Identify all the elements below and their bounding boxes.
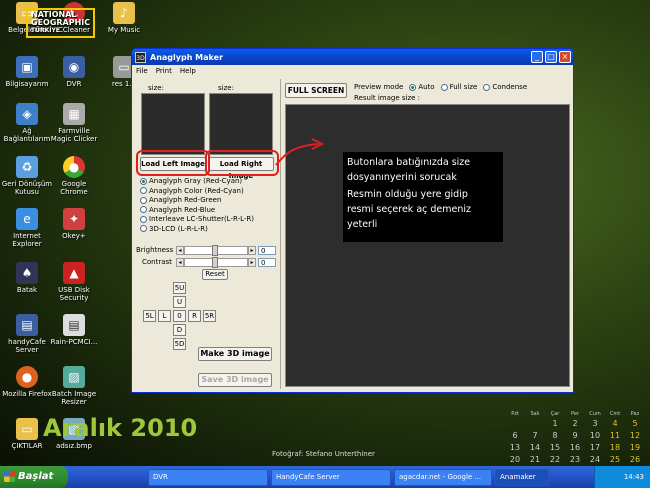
taskbar: Başlat DVR HandyCafe Server agacdar.net …: [0, 466, 650, 488]
task-handycafe[interactable]: HandyCafe Server: [271, 468, 391, 486]
highlight-load-left: [136, 150, 210, 176]
start-label: Başlat: [18, 471, 54, 482]
start-button[interactable]: Başlat: [0, 466, 68, 488]
annotation-overlay: [136, 138, 325, 176]
task-label: agacdar.net - Google ...: [399, 472, 482, 481]
clock[interactable]: 14:43: [624, 473, 644, 481]
note-line: Butonlara batığınızda size: [347, 157, 471, 168]
note-line: dosyanınyerini sorucak: [347, 172, 457, 183]
highlight-load-right: [205, 150, 279, 176]
note-line: yeterli: [347, 219, 378, 230]
note-line: resmi seçerek aç demeniz: [347, 204, 472, 215]
system-tray: 14:43: [594, 466, 650, 488]
task-dvr[interactable]: DVR: [148, 468, 268, 486]
annotation-note: Butonlara batığınızda size dosyanınyerin…: [343, 152, 503, 242]
task-label: HandyCafe Server: [276, 472, 340, 481]
task-anamaker[interactable]: Anamaker: [495, 468, 549, 486]
task-label: Anamaker: [500, 472, 536, 481]
task-label: DVR: [153, 472, 168, 481]
note-line: Resmin olduğu yere gidip: [347, 189, 468, 200]
annotation-arrow: [275, 143, 319, 166]
windows-flag-icon: [4, 471, 15, 482]
task-google-chrome[interactable]: agacdar.net - Google ...: [394, 468, 492, 486]
